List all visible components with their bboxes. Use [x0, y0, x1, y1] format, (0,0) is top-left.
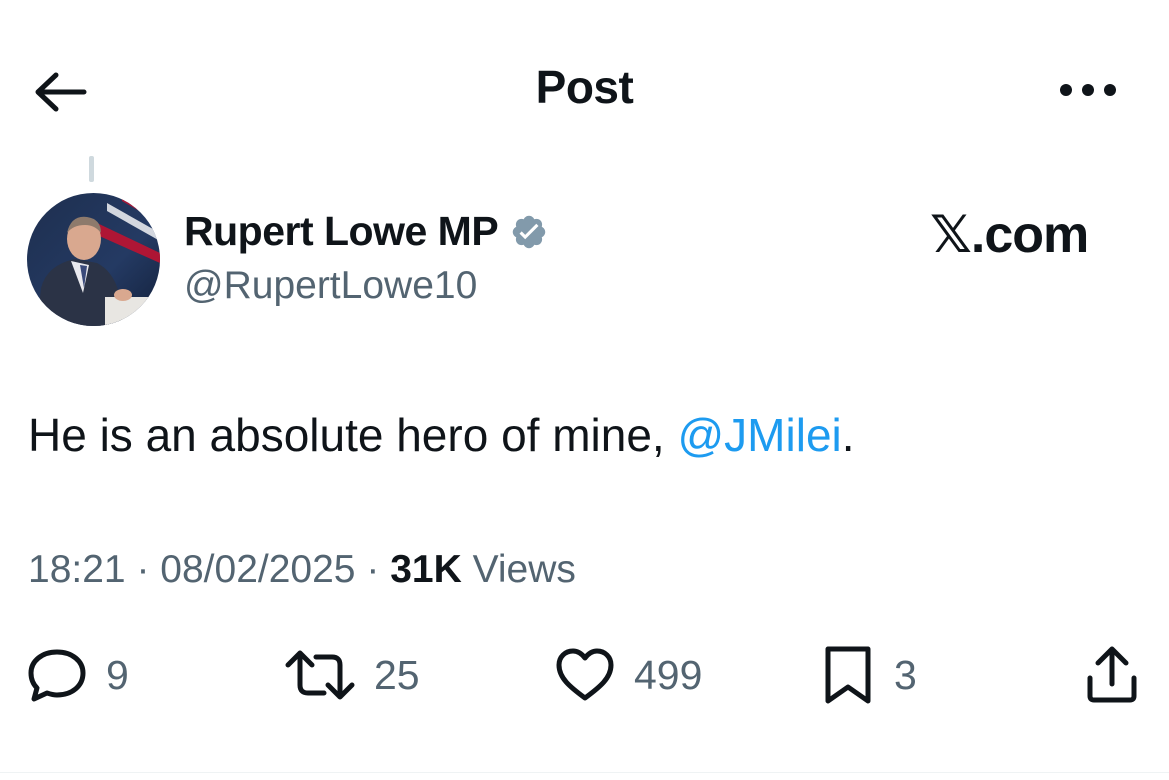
post-metadata: 18:21 · 08/02/2025 · 31K Views: [28, 548, 576, 592]
divider: [0, 772, 1169, 773]
post-text-body: He is an absolute hero of mine,: [28, 409, 678, 461]
bookmark-icon: [825, 646, 871, 704]
more-options-button[interactable]: [1048, 70, 1128, 110]
like-button[interactable]: 499: [554, 640, 702, 710]
repost-icon: [285, 650, 355, 700]
reply-count: 9: [106, 651, 129, 698]
reply-icon: [28, 649, 86, 702]
more-horizontal-icon: [1060, 84, 1116, 96]
post-text-end: .: [841, 409, 855, 461]
repost-count: 25: [374, 651, 420, 698]
author-name-text: Rupert Lowe MP: [184, 208, 499, 254]
author-display-name[interactable]: Rupert Lowe MP: [184, 208, 548, 255]
top-bar: Post: [0, 0, 1169, 180]
site-watermark: 𝕏.com: [930, 206, 1089, 264]
share-button[interactable]: [1082, 640, 1142, 710]
heart-icon: [556, 648, 614, 701]
meta-separator: ·: [136, 548, 150, 591]
share-icon: [1087, 646, 1137, 703]
thread-connector-line: [89, 156, 94, 182]
post-time[interactable]: 18:21: [28, 548, 126, 591]
like-count: 499: [634, 651, 703, 698]
bookmark-button[interactable]: 3: [820, 640, 917, 710]
author-handle[interactable]: @RupertLowe10: [184, 264, 477, 308]
post-date[interactable]: 08/02/2025: [160, 548, 355, 591]
views-count[interactable]: 31K: [390, 548, 462, 591]
reply-button[interactable]: 9: [26, 640, 129, 710]
meta-separator: ·: [366, 548, 380, 591]
mention-link[interactable]: @JMilei: [677, 409, 841, 461]
action-bar: 9 25 499 3: [0, 640, 1169, 710]
page-title: Post: [535, 61, 634, 113]
verified-badge-icon: [510, 213, 548, 251]
bookmark-count: 3: [894, 651, 917, 698]
avatar-photo: [27, 193, 160, 326]
repost-button[interactable]: 25: [284, 640, 420, 710]
views-label[interactable]: Views: [473, 548, 576, 591]
post-text: He is an absolute hero of mine, @JMilei.: [28, 408, 855, 462]
avatar[interactable]: [27, 193, 160, 326]
